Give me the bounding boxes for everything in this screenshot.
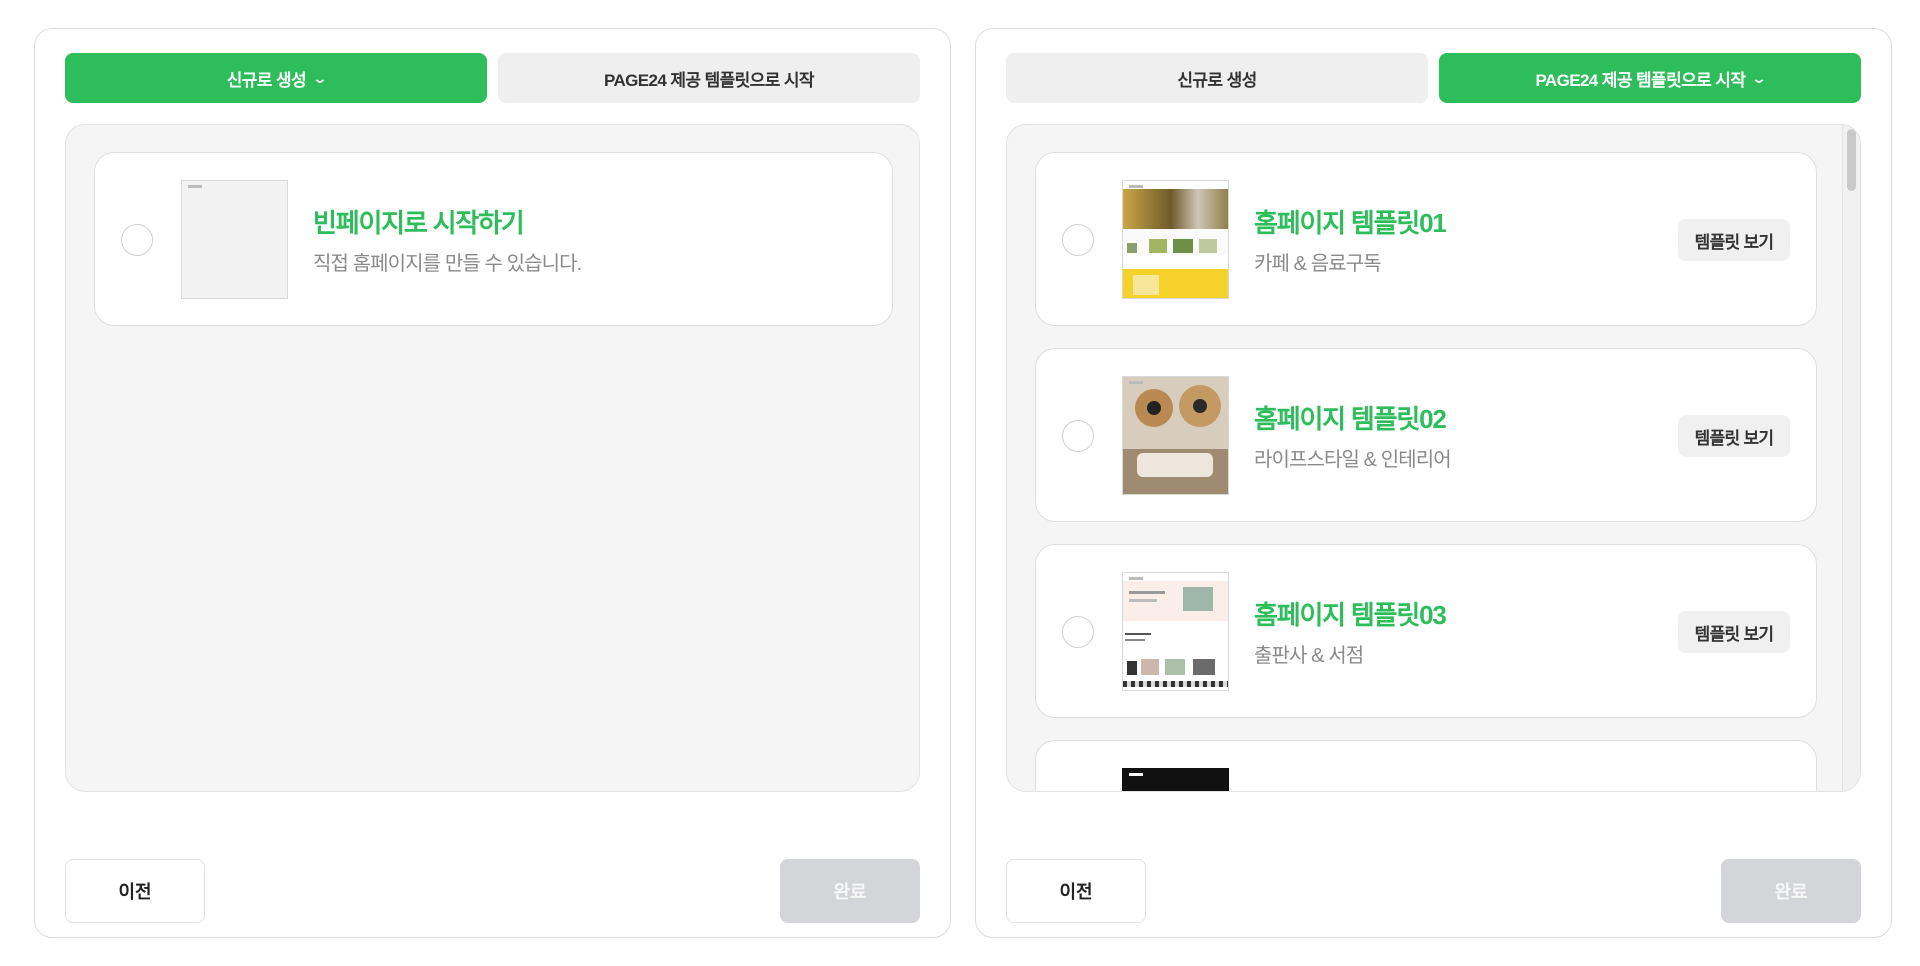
card-subtitle: 직접 홈페이지를 만들 수 있습니다. bbox=[313, 253, 582, 275]
template-card[interactable] bbox=[1035, 740, 1817, 791]
tab-page24-template[interactable]: PAGE24 제공 템플릿으로 시작 bbox=[498, 53, 920, 103]
template-card[interactable]: 홈페이지 템플릿03 출판사 & 서점 템플릿 보기 bbox=[1035, 544, 1817, 718]
tab-new-create[interactable]: 신규로 생성 bbox=[1006, 53, 1428, 103]
card-subtitle: 카페 & 음료구독 bbox=[1254, 253, 1382, 275]
radio-button[interactable] bbox=[1062, 224, 1094, 256]
view-template-button[interactable]: 템플릿 보기 bbox=[1678, 415, 1790, 457]
tab-label: PAGE24 제공 템플릿으로 시작 bbox=[1535, 70, 1746, 90]
radio-button[interactable] bbox=[1062, 616, 1094, 648]
prev-button[interactable]: 이전 bbox=[1006, 859, 1146, 923]
template-card[interactable]: 홈페이지 템플릿01 카페 & 음료구독 템플릿 보기 bbox=[1035, 152, 1817, 326]
card-title: 홈페이지 템플릿03 bbox=[1254, 600, 1447, 630]
template-thumbnail-interior bbox=[1122, 376, 1229, 495]
template-list[interactable]: 홈페이지 템플릿01 카페 & 음료구독 템플릿 보기 홈페이지 템플릿02 라… bbox=[1006, 124, 1861, 792]
start-mode-tabs: 신규로 생성 PAGE24 제공 템플릿으로 시작 ⌄ bbox=[1006, 53, 1861, 103]
template-card[interactable]: 홈페이지 템플릿02 라이프스타일 & 인테리어 템플릿 보기 bbox=[1035, 348, 1817, 522]
template-choice-panel-page24: 신규로 생성 PAGE24 제공 템플릿으로 시작 ⌄ 홈페이지 템플릿01 카… bbox=[975, 28, 1892, 938]
done-button[interactable]: 완료 bbox=[780, 859, 920, 923]
template-thumbnail-cafe bbox=[1122, 180, 1229, 299]
done-button[interactable]: 완료 bbox=[1721, 859, 1861, 923]
prev-button[interactable]: 이전 bbox=[65, 859, 205, 923]
scrollbar-thumb[interactable] bbox=[1847, 129, 1856, 191]
tab-page24-template[interactable]: PAGE24 제공 템플릿으로 시작 ⌄ bbox=[1439, 53, 1861, 103]
option-list: 빈페이지로 시작하기 직접 홈페이지를 만들 수 있습니다. bbox=[65, 124, 920, 792]
tab-label: 신규로 생성 bbox=[1177, 70, 1257, 90]
card-title: 빈페이지로 시작하기 bbox=[313, 208, 525, 238]
radio-button[interactable] bbox=[1062, 420, 1094, 452]
blank-page-card[interactable]: 빈페이지로 시작하기 직접 홈페이지를 만들 수 있습니다. bbox=[94, 152, 893, 326]
template-choice-panel-new: 신규로 생성 ⌄ PAGE24 제공 템플릿으로 시작 빈페이지로 시작하기 직… bbox=[34, 28, 951, 938]
card-subtitle: 출판사 & 서점 bbox=[1254, 645, 1364, 667]
tab-new-create[interactable]: 신규로 생성 ⌄ bbox=[65, 53, 487, 103]
chevron-down-icon: ⌄ bbox=[311, 69, 328, 86]
tab-label: PAGE24 제공 템플릿으로 시작 bbox=[604, 70, 815, 90]
template-thumbnail-dark bbox=[1122, 768, 1229, 791]
blank-page-thumbnail bbox=[181, 180, 288, 299]
chevron-down-icon: ⌄ bbox=[1751, 69, 1767, 86]
card-title: 홈페이지 템플릿01 bbox=[1254, 208, 1447, 238]
view-template-button[interactable]: 템플릿 보기 bbox=[1678, 219, 1790, 261]
tab-label: 신규로 생성 bbox=[226, 70, 307, 90]
template-thumbnail-publisher bbox=[1122, 572, 1229, 691]
view-template-button[interactable]: 템플릿 보기 bbox=[1678, 611, 1790, 653]
start-mode-tabs: 신규로 생성 ⌄ PAGE24 제공 템플릿으로 시작 bbox=[65, 53, 920, 103]
card-title: 홈페이지 템플릿02 bbox=[1254, 404, 1447, 434]
scrollbar[interactable] bbox=[1842, 125, 1860, 791]
card-subtitle: 라이프스타일 & 인테리어 bbox=[1254, 449, 1452, 471]
radio-button[interactable] bbox=[121, 224, 153, 256]
